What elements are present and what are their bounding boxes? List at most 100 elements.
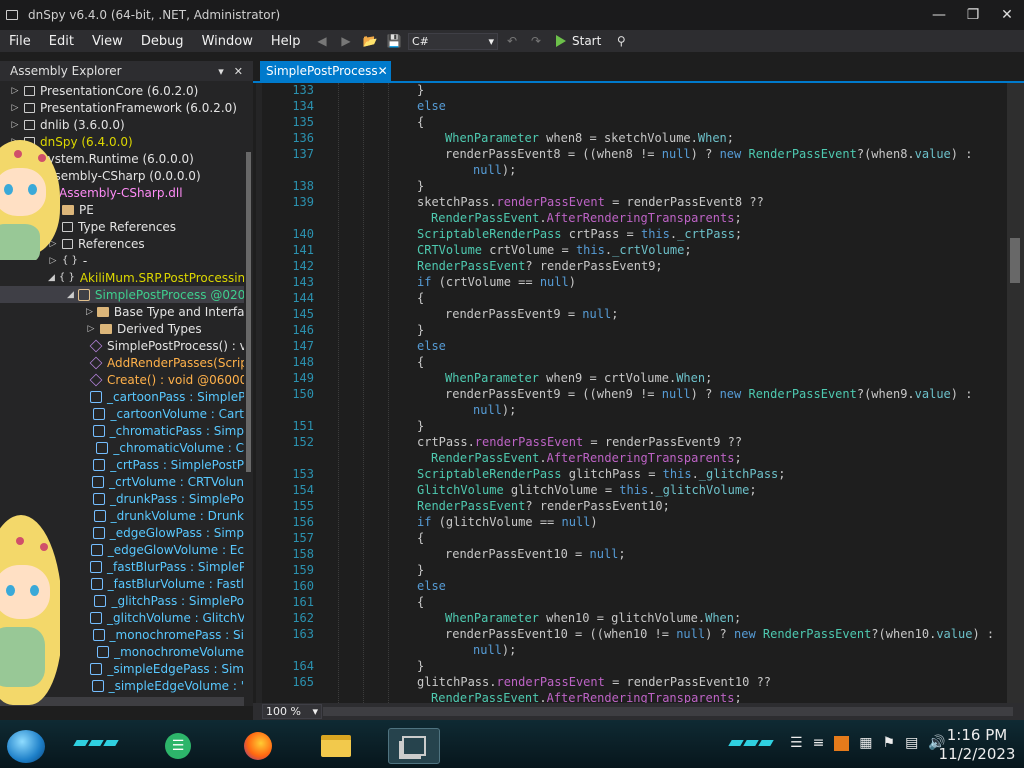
- tree-node-label: _edgeGlowPass : Simp: [109, 525, 244, 540]
- tree-node[interactable]: _chromaticPass : Simp: [0, 422, 244, 439]
- tree-node[interactable]: _crtPass : SimplePostP: [0, 456, 244, 473]
- expander-icon[interactable]: ▷: [10, 120, 20, 130]
- panel-menu-icon[interactable]: ▾: [218, 65, 224, 78]
- menu-icon[interactable]: ≡: [813, 735, 825, 751]
- tree-node[interactable]: ▷ dnlib (3.6.0.0): [0, 116, 244, 133]
- expander-icon[interactable]: ▷: [10, 86, 20, 96]
- code-editor[interactable]: 133} 134 else 135{136 WhenParameter when8 = …: [262, 83, 1007, 703]
- show-desktop-icon[interactable]: ☰: [790, 735, 803, 751]
- start-label: Start: [572, 34, 602, 48]
- code-token: ;: [734, 691, 742, 703]
- code-token: this: [575, 243, 605, 257]
- menu-help[interactable]: Help: [262, 34, 310, 49]
- start-debugging-button[interactable]: Start: [550, 34, 607, 48]
- code-token: renderPassEvent9 = ((when9 !=: [445, 387, 662, 401]
- panel-close-icon[interactable]: ✕: [234, 65, 243, 78]
- reference-icon: [24, 85, 35, 96]
- field-icon: [92, 526, 105, 539]
- tree-node[interactable]: SimplePostProcess() : v: [0, 337, 244, 354]
- tree-node-label: PresentationCore (6.0.2.0): [40, 83, 199, 98]
- code-token: RenderPassEvent: [762, 627, 872, 641]
- start-button[interactable]: [7, 730, 45, 763]
- navigate-back-icon[interactable]: ◀: [312, 31, 332, 51]
- taskbar-dnspy[interactable]: [388, 728, 440, 764]
- tree-node[interactable]: ▷ Derived Types: [0, 320, 244, 337]
- code-token: null: [661, 147, 691, 161]
- editor-vertical-scrollbar[interactable]: [1007, 83, 1024, 703]
- code-line: 162 WhenParameter when10 = glitchVolume.W…: [262, 610, 1007, 626]
- menu-view[interactable]: View: [83, 34, 132, 49]
- navigate-forward-icon[interactable]: ▶: [336, 31, 356, 51]
- menu-edit[interactable]: Edit: [40, 34, 83, 49]
- code-token: null: [661, 387, 691, 401]
- window-icon: [402, 736, 426, 756]
- scrollbar-thumb[interactable]: [1010, 238, 1020, 283]
- tree-node-label: _edgeGlowVolume : Ec: [107, 542, 244, 557]
- maximize-button[interactable]: ❐: [956, 0, 990, 30]
- code-line: 139 sketchPass.renderPassEvent = renderPa…: [262, 194, 1007, 210]
- menu-debug[interactable]: Debug: [132, 34, 193, 49]
- mascot-top-image: [0, 140, 60, 260]
- open-folder-icon[interactable]: 📂: [360, 31, 380, 51]
- tree-node[interactable]: ◢{ } AkiliMum.SRP.PostProcessing: [0, 269, 244, 286]
- code-line: 146}: [262, 322, 1007, 338]
- code-token: When: [705, 611, 734, 625]
- expander-icon[interactable]: ◢: [67, 290, 74, 300]
- tree-node[interactable]: _chromaticVolume : C: [0, 439, 244, 456]
- tree-node-label: _simpleEdgeVolume : ': [108, 678, 244, 693]
- editor-horizontal-scrollbar[interactable]: [323, 707, 1013, 716]
- expander-icon[interactable]: ▷: [10, 103, 20, 113]
- tree-node-label: _drunkVolume : Drunk: [110, 508, 244, 523]
- redo-icon[interactable]: ↷: [526, 31, 546, 51]
- save-icon[interactable]: 💾: [384, 31, 404, 51]
- code-token: when8 = sketchVolume.: [538, 131, 698, 145]
- tree-node[interactable]: ▷ PresentationCore (6.0.2.0): [0, 82, 244, 99]
- tab-close-icon[interactable]: ✕: [378, 64, 388, 78]
- tree-node[interactable]: _cartoonPass : SimpleP: [0, 388, 244, 405]
- tree-vertical-scrollbar[interactable]: [244, 82, 253, 706]
- tree-node[interactable]: AddRenderPasses(Scrip: [0, 354, 244, 371]
- tree-node[interactable]: _drunkPass : SimplePo: [0, 490, 244, 507]
- network-icon[interactable]: ▤: [905, 735, 918, 751]
- menu-file[interactable]: File: [0, 34, 40, 49]
- clock[interactable]: 1:16 PM 11/2/2023: [934, 726, 1020, 764]
- class-icon: [77, 288, 90, 301]
- tab-simplepostprocess[interactable]: SimplePostProcess ✕: [260, 61, 391, 81]
- tray-app-icon[interactable]: [834, 735, 850, 751]
- line-number: 161: [292, 595, 314, 609]
- action-center-icon[interactable]: ▦: [859, 735, 872, 751]
- scrollbar-thumb[interactable]: [246, 152, 251, 472]
- tree-node[interactable]: _crtVolume : CRTVolun: [0, 473, 244, 490]
- close-button[interactable]: ✕: [990, 0, 1024, 30]
- language-value: C#: [412, 34, 429, 48]
- tree-node[interactable]: _cartoonVolume : Cart: [0, 405, 244, 422]
- expander-icon[interactable]: ▷: [86, 307, 93, 317]
- expander-icon[interactable]: ▷: [86, 324, 96, 334]
- code-line: 154 GlitchVolume glitchVolume = this._gli…: [262, 482, 1007, 498]
- toolbar: ◀ ▶ 📂 💾 C# ▾ ↶ ↷ Start ⚲: [312, 30, 631, 52]
- code-token: ? renderPassEvent10;: [525, 499, 670, 513]
- code-text: {: [417, 530, 424, 546]
- tree-node[interactable]: Create() : void @06000: [0, 371, 244, 388]
- tree-node[interactable]: ▷ PresentationFramework (6.0.2.0): [0, 99, 244, 116]
- zoom-select[interactable]: 100 % ▾: [262, 704, 322, 719]
- code-text: sketchPass.renderPassEvent = renderPassE…: [417, 194, 764, 210]
- code-text: }: [417, 418, 424, 434]
- tree-node[interactable]: ◢ SimplePostProcess @0200: [0, 286, 244, 303]
- taskbar-firefox[interactable]: [232, 728, 284, 764]
- language-select[interactable]: C# ▾: [408, 32, 498, 50]
- code-text: {: [417, 290, 424, 306]
- field-icon: [91, 679, 104, 692]
- taskbar-file-explorer[interactable]: [310, 728, 362, 764]
- tree-node-label: dnlib (3.6.0.0): [40, 117, 125, 132]
- undo-icon[interactable]: ↶: [502, 31, 522, 51]
- expander-icon[interactable]: ◢: [48, 273, 55, 283]
- menu-window[interactable]: Window: [193, 34, 262, 49]
- flag-icon[interactable]: ⚑: [883, 735, 896, 751]
- minimize-button[interactable]: —: [922, 0, 956, 30]
- search-icon[interactable]: ⚲: [611, 31, 631, 51]
- taskbar-app-green[interactable]: ☰: [152, 728, 204, 764]
- code-token: (crtVolume ==: [431, 275, 540, 289]
- code-token: ) ?: [690, 387, 720, 401]
- tree-node[interactable]: ▷ Base Type and Interfac: [0, 303, 244, 320]
